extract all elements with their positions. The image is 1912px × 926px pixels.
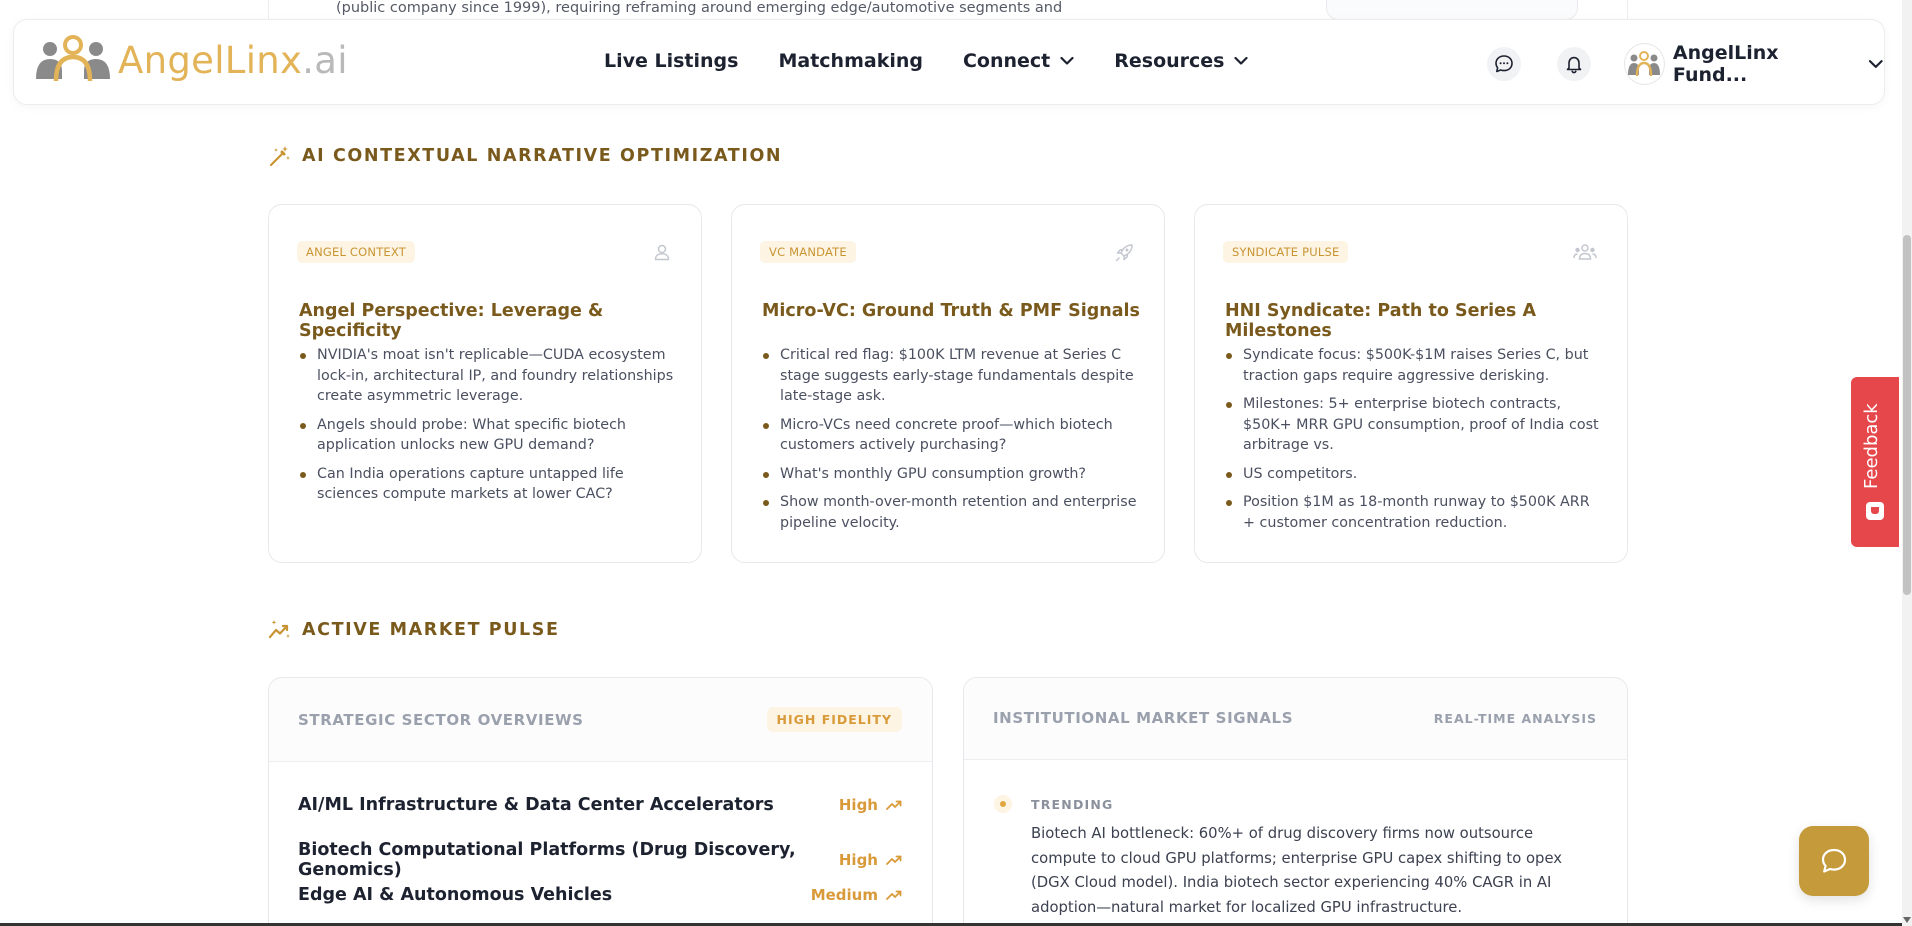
section-title: ACTIVE MARKET PULSE <box>302 620 560 640</box>
chat-bubble-icon <box>1821 848 1847 873</box>
scrollbar-thumb[interactable] <box>1903 235 1911 595</box>
section-title: AI CONTEXTUAL NARRATIVE OPTIMIZATION <box>302 146 783 166</box>
sector-overviews-panel: STRATEGIC SECTOR OVERVIEWS HIGH FIDELITY… <box>268 677 933 926</box>
card-tag: ANGEL CONTEXT <box>297 241 415 263</box>
list-item: Show month-over-month retention and ente… <box>762 492 1140 533</box>
card-title: Angel Perspective: Leverage & Specificit… <box>299 301 604 341</box>
sector-row[interactable]: AI/ML Infrastructure & Data Center Accel… <box>298 795 902 815</box>
list-item: Micro-VCs need concrete proof—which biot… <box>762 415 1140 456</box>
card-bullets: NVIDIA's moat isn't replicable—CUDA ecos… <box>299 345 677 513</box>
users-icon <box>1573 244 1597 260</box>
previous-section-pill <box>1326 0 1578 20</box>
chevron-down-icon <box>1869 60 1884 68</box>
feedback-icon <box>1866 502 1884 520</box>
signal-dot-icon <box>994 795 1012 813</box>
user-icon <box>654 244 670 261</box>
feedback-label: Feedback <box>1861 403 1882 489</box>
trending-up-icon <box>886 800 902 810</box>
sector-level: High <box>839 851 902 869</box>
messages-button[interactable] <box>1487 47 1521 81</box>
rocket-icon <box>1115 244 1133 262</box>
panel-title: STRATEGIC SECTOR OVERVIEWS <box>298 711 584 729</box>
trending-up-icon <box>886 855 902 865</box>
market-section-header: ACTIVE MARKET PULSE <box>268 618 560 642</box>
card-bullets: Syndicate focus: $500K-$1M raises Series… <box>1225 345 1603 541</box>
list-item: Critical red flag: $100K LTM revenue at … <box>762 345 1140 407</box>
sector-name: Edge AI & Autonomous Vehicles <box>298 885 613 905</box>
list-item: Position $1M as 18-month runway to $500K… <box>1225 492 1603 533</box>
card-title: Micro-VC: Ground Truth & PMF Signals <box>762 301 1140 321</box>
notifications-button[interactable] <box>1557 47 1591 81</box>
narrative-section-header: AI CONTEXTUAL NARRATIVE OPTIMIZATION <box>268 144 782 168</box>
top-navbar: AngelLinx.ai Live Listings Matchmaking C… <box>13 19 1885 105</box>
bell-icon <box>1566 56 1582 74</box>
sector-level: High <box>839 796 902 814</box>
logo-text: AngelLinx.ai <box>118 38 348 82</box>
panel-header: STRATEGIC SECTOR OVERVIEWS HIGH FIDELITY <box>269 678 932 762</box>
vc-mandate-card: VC MANDATE Micro-VC: Ground Truth & PMF … <box>731 204 1165 563</box>
sector-name: AI/ML Infrastructure & Data Center Accel… <box>298 795 774 815</box>
sector-row[interactable]: Edge AI & Autonomous Vehicles Medium <box>298 885 902 905</box>
card-tag: SYNDICATE PULSE <box>1223 241 1349 263</box>
card-title: HNI Syndicate: Path to Series A Mileston… <box>1225 301 1536 341</box>
chat-widget-button[interactable] <box>1799 826 1869 896</box>
fidelity-badge: HIGH FIDELITY <box>766 707 902 732</box>
previous-section-text: (public company since 1999), requiring r… <box>336 0 1063 16</box>
user-menu[interactable]: AngelLinx Fund... <box>1624 42 1884 86</box>
nav-live-listings[interactable]: Live Listings <box>604 50 738 72</box>
chevron-down-icon <box>1060 56 1074 65</box>
avatar <box>1624 43 1665 85</box>
sector-row[interactable]: Biotech Computational Platforms (Drug Di… <box>298 840 902 880</box>
list-item: Syndicate focus: $500K-$1M raises Series… <box>1225 345 1603 386</box>
chat-icon <box>1495 55 1513 73</box>
magic-wand-icon <box>269 146 290 167</box>
panel-title: INSTITUTIONAL MARKET SIGNALS <box>993 709 1294 727</box>
list-item: NVIDIA's moat isn't replicable—CUDA ecos… <box>299 345 677 407</box>
avatar-people-icon <box>1628 51 1661 77</box>
trend-sparkle-icon <box>268 620 290 639</box>
nav-resources[interactable]: Resources <box>1114 50 1249 72</box>
signal-text: Biotech AI bottleneck: 60%+ of drug disc… <box>1031 825 1563 916</box>
user-name: AngelLinx Fund... <box>1672 42 1779 86</box>
main-nav: Live Listings Matchmaking Connect Resour… <box>604 50 1288 72</box>
trending-up-icon <box>886 890 902 900</box>
scroll-down-arrow-icon[interactable] <box>1903 917 1911 923</box>
feedback-tab[interactable]: Feedback <box>1851 377 1899 547</box>
list-item: What's monthly GPU consumption growth? <box>762 464 1140 485</box>
list-item: US competitors. <box>1225 464 1603 485</box>
list-item: Can India operations capture untapped li… <box>299 464 677 505</box>
angel-context-card: ANGEL CONTEXT Angel Perspective: Leverag… <box>268 204 702 563</box>
syndicate-pulse-card: SYNDICATE PULSE HNI Syndicate: Path to S… <box>1194 204 1628 563</box>
sector-level: Medium <box>811 886 902 904</box>
sector-name: Biotech Computational Platforms (Drug Di… <box>298 840 796 880</box>
logo[interactable]: AngelLinx.ai <box>32 35 348 85</box>
list-item: Milestones: 5+ enterprise biotech contra… <box>1225 394 1603 456</box>
nav-connect[interactable]: Connect <box>963 50 1074 72</box>
list-item: Angels should probe: What specific biote… <box>299 415 677 456</box>
card-tag: VC MANDATE <box>760 241 856 263</box>
logo-people-icon <box>36 35 110 82</box>
market-signals-panel: INSTITUTIONAL MARKET SIGNALS REAL-TIME A… <box>963 677 1628 926</box>
nav-matchmaking[interactable]: Matchmaking <box>778 50 923 72</box>
realtime-label: REAL-TIME ANALYSIS <box>1433 711 1597 726</box>
signal-label: TRENDING <box>1031 797 1114 812</box>
card-bullets: Critical red flag: $100K LTM revenue at … <box>762 345 1140 541</box>
page-scrollbar[interactable] <box>1902 0 1912 926</box>
chevron-down-icon <box>1234 56 1249 65</box>
panel-header: INSTITUTIONAL MARKET SIGNALS REAL-TIME A… <box>964 678 1627 760</box>
